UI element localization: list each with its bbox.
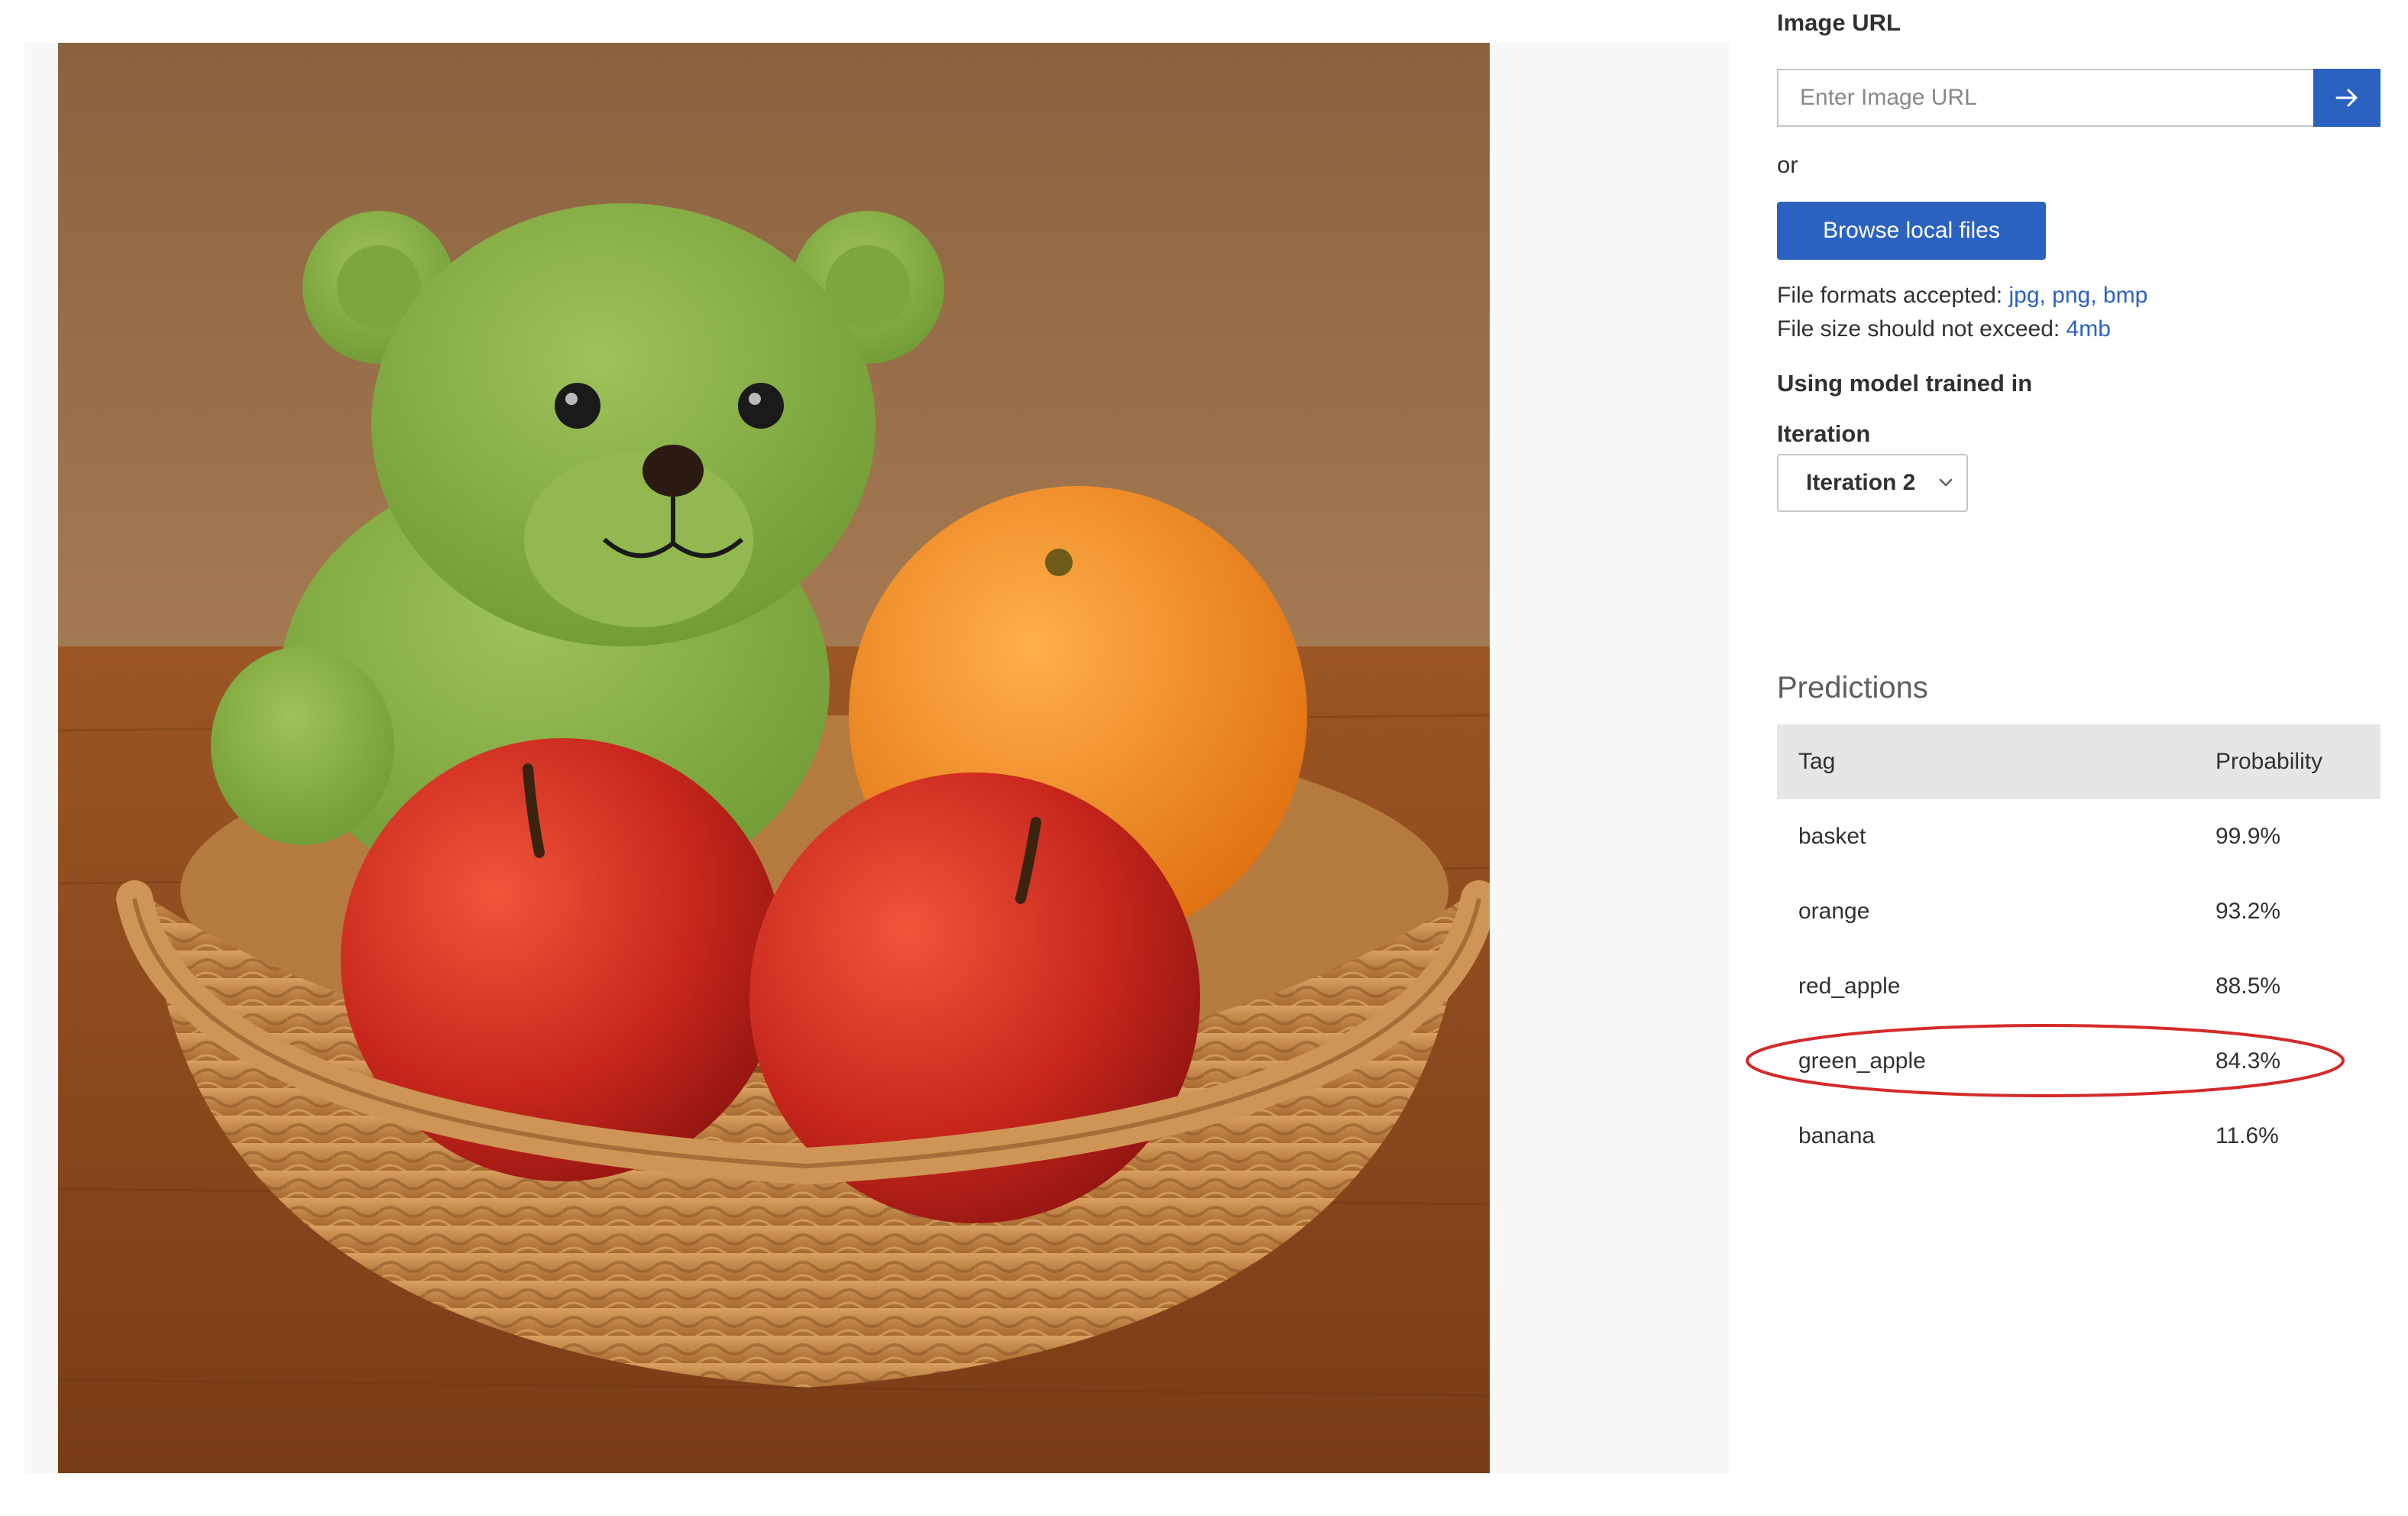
predictions-title: Predictions <box>1777 671 1928 705</box>
file-size-label: File size should not exceed: <box>1777 316 2067 342</box>
file-formats-label: File formats accepted: <box>1777 283 2009 308</box>
preview-photo <box>58 43 1490 1473</box>
table-row: banana 11.6% <box>1777 1099 2380 1174</box>
file-formats-value: jpg, png, bmp <box>2008 283 2148 308</box>
predictions-table-header: Tag Probability <box>1777 724 2380 799</box>
image-url-input[interactable] <box>1777 69 2313 127</box>
file-size-line: File size should not exceed: 4mb <box>1777 316 2111 342</box>
table-row: red_apple 88.5% <box>1777 949 2380 1024</box>
browse-local-files-button[interactable]: Browse local files <box>1777 202 2046 260</box>
probability-column-header: Probability <box>2215 749 2323 774</box>
prediction-tag: banana <box>1798 1123 1876 1148</box>
prediction-probability: 11.6% <box>2215 1123 2279 1148</box>
prediction-probability: 88.5% <box>2215 973 2281 999</box>
prediction-tag: orange <box>1798 899 1870 924</box>
predictions-table: Tag Probability basket 99.9% orange 93.2… <box>1777 724 2380 1174</box>
prediction-tag: basket <box>1798 824 1866 849</box>
image-url-label: Image URL <box>1777 9 1901 36</box>
chevron-down-icon <box>1939 478 1953 487</box>
tag-column-header: Tag <box>1798 749 1836 774</box>
table-row-highlighted: green_apple 84.3% <box>1777 1024 2380 1099</box>
file-formats-line: File formats accepted: jpg, png, bmp <box>1777 283 2147 309</box>
prediction-probability: 99.9% <box>2215 824 2281 849</box>
prediction-probability: 84.3% <box>2215 1048 2281 1074</box>
table-row: basket 99.9% <box>1777 799 2380 874</box>
image-preview-panel <box>24 43 1730 1473</box>
image-url-row <box>1777 69 2380 127</box>
table-row: orange 93.2% <box>1777 874 2380 949</box>
prediction-probability: 93.2% <box>2215 899 2281 924</box>
prediction-tag: green_apple <box>1798 1048 1926 1074</box>
model-trained-label: Using model trained in <box>1777 370 2033 397</box>
iteration-label: Iteration <box>1777 420 1871 447</box>
prediction-tag: red_apple <box>1798 973 1901 999</box>
image-url-submit-button[interactable] <box>2313 69 2380 127</box>
or-separator: or <box>1777 151 1798 178</box>
arrow-right-icon <box>2335 89 2358 107</box>
file-size-value: 4mb <box>2066 316 2111 342</box>
settings-panel: Image URL or Browse local files File for… <box>1777 0 2388 1516</box>
iteration-select-value: Iteration 2 <box>1806 470 1916 495</box>
iteration-select[interactable]: Iteration 2 <box>1777 454 1968 512</box>
